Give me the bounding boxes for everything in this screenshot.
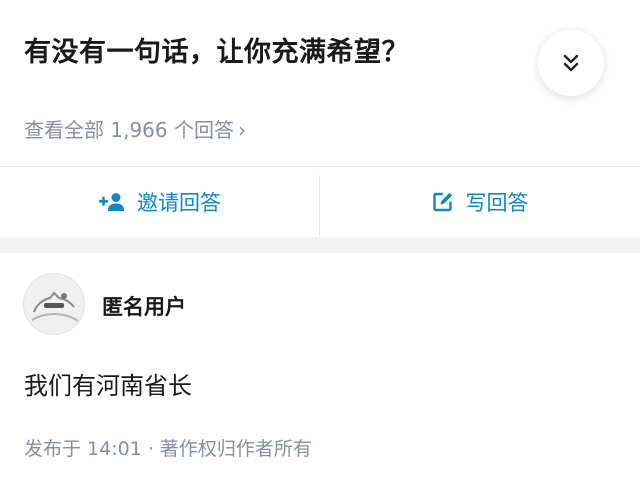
write-answer-button[interactable]: 写回答 — [320, 167, 640, 237]
question-header: 有没有一句话，让你充满希望？ 查看全部 1,966 个回答 › — [0, 0, 640, 166]
question-title[interactable]: 有没有一句话，让你充满希望？ — [24, 30, 409, 69]
chevron-right-icon: › — [237, 118, 246, 142]
edit-icon — [432, 191, 454, 213]
action-bar: 邀请回答 写回答 — [0, 166, 640, 237]
add-user-icon — [99, 192, 125, 212]
double-chevron-down-icon — [563, 54, 579, 72]
author-name[interactable]: 匿名用户 — [102, 291, 186, 321]
answer-meta: 发布于 14:01 · 著作权归作者所有 — [24, 438, 312, 460]
avatar[interactable] — [23, 273, 85, 335]
answer-card: 匿名用户 我们有河南省长 发布于 14:01 · 著作权归作者所有 — [0, 253, 640, 494]
write-answer-label: 写回答 — [465, 191, 529, 215]
anonymous-avatar-icon — [31, 291, 79, 322]
view-all-label: 查看全部 1,966 个回答 — [24, 118, 234, 142]
invite-answer-label: 邀请回答 — [137, 191, 221, 215]
view-all-answers-link[interactable]: 查看全部 1,966 个回答 › — [24, 114, 246, 143]
collapse-button[interactable] — [538, 30, 604, 96]
answer-content[interactable]: 我们有河南省长 — [24, 366, 192, 401]
invite-answer-button[interactable]: 邀请回答 — [0, 167, 320, 237]
section-separator — [0, 237, 640, 253]
